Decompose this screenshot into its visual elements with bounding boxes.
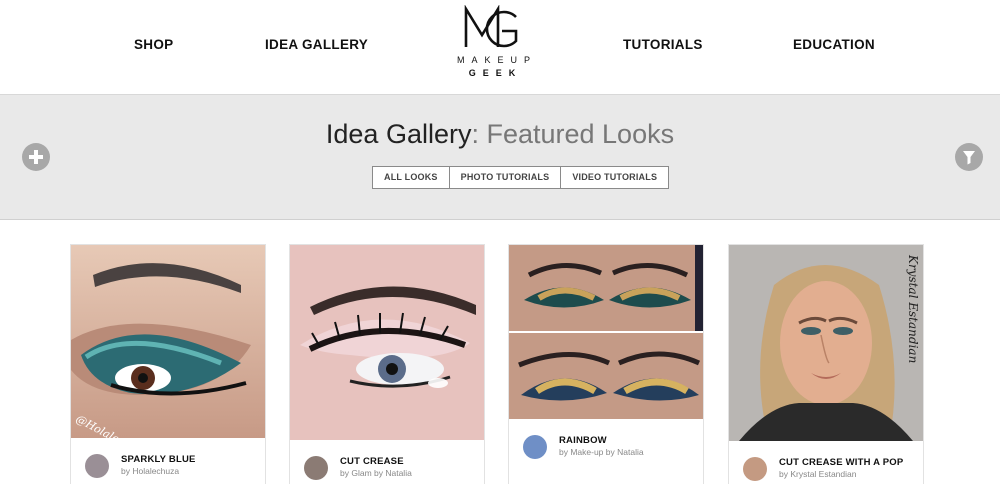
card-author[interactable]: by Make-up by Natalia [559, 447, 644, 457]
watermark-krystal-estandian: Krystal Estandian [906, 254, 920, 363]
avatar [85, 454, 109, 478]
look-card[interactable]: RAINBOW by Make-up by Natalia [508, 244, 704, 485]
look-image-cut-crease[interactable] [290, 245, 484, 440]
card-title[interactable]: CUT CREASE WITH A POP [779, 457, 903, 468]
look-image-rainbow[interactable] [509, 245, 703, 419]
logo-line-makeup: MAKEUP [457, 55, 538, 65]
funnel-icon [963, 151, 975, 165]
card-info: CUT CREASE WITH A POP by Krystal Estandi… [729, 441, 923, 485]
card-title[interactable]: SPARKLY BLUE [121, 454, 196, 465]
filter-tabs: ALL LOOKS PHOTO TUTORIALS VIDEO TUTORIAL… [372, 166, 670, 189]
nav-education[interactable]: EDUCATION [793, 37, 875, 52]
nav-shop[interactable]: SHOP [134, 37, 173, 52]
card-info: CUT CREASE by Glam by Natalia [290, 440, 484, 485]
filter-video-tutorials[interactable]: VIDEO TUTORIALS [561, 167, 668, 188]
card-title[interactable]: RAINBOW [559, 435, 607, 446]
card-author[interactable]: by Krystal Estandian [779, 469, 856, 479]
look-card[interactable]: @Holalechuza SPARKLY BLUE by Holalechuza [70, 244, 266, 485]
logo-line-geek: GEEK [468, 68, 523, 78]
makeup-geek-monogram-icon [464, 5, 518, 48]
look-image-sparkly-blue[interactable]: @Holalechuza [71, 245, 265, 438]
filter-all-looks[interactable]: ALL LOOKS [373, 167, 450, 188]
nav-tutorials[interactable]: TUTORIALS [623, 37, 703, 52]
look-card[interactable]: Krystal Estandian CUT CREASE WITH A POP … [728, 244, 924, 485]
look-card[interactable]: CUT CREASE by Glam by Natalia [289, 244, 485, 485]
avatar [304, 456, 328, 480]
gallery-hero: Idea Gallery: Featured Looks ALL LOOKS P… [0, 95, 1000, 220]
site-logo[interactable]: MAKEUP GEEK [450, 5, 534, 87]
card-author[interactable]: by Glam by Natalia [340, 468, 412, 478]
nav-idea-gallery[interactable]: IDEA GALLERY [265, 37, 368, 52]
site-header: SHOP IDEA GALLERY MAKEUP GEEK TUTORIALS … [0, 0, 1000, 95]
filter-button[interactable] [955, 143, 983, 171]
filter-photo-tutorials[interactable]: PHOTO TUTORIALS [450, 167, 562, 188]
page-title-main: Idea Gallery [325, 119, 472, 149]
look-image-cut-crease-with-a-pop[interactable]: Krystal Estandian [729, 245, 923, 441]
page-title: Idea Gallery: Featured Looks [0, 119, 1000, 150]
card-title[interactable]: CUT CREASE [340, 456, 404, 467]
avatar [743, 457, 767, 481]
card-info: RAINBOW by Make-up by Natalia [509, 419, 703, 485]
page-title-sub: : Featured Looks [471, 119, 675, 149]
avatar [523, 435, 547, 459]
card-info: SPARKLY BLUE by Holalechuza [71, 438, 265, 485]
